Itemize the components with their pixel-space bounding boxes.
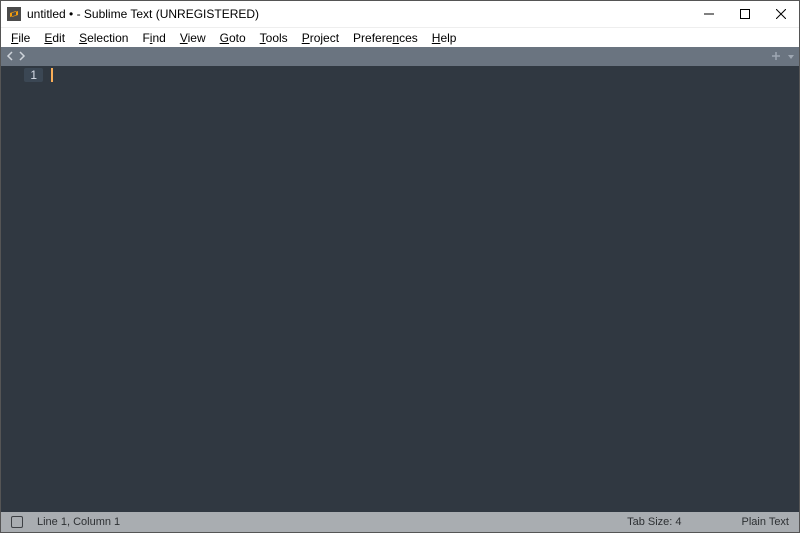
menu-find[interactable]: Find xyxy=(136,30,171,46)
menu-edit[interactable]: Edit xyxy=(38,30,71,46)
menu-selection[interactable]: Selection xyxy=(73,30,134,46)
text-cursor xyxy=(51,68,53,82)
gutter: 1 xyxy=(1,66,49,512)
menu-preferences[interactable]: Preferences xyxy=(347,30,424,46)
tab-dropdown-icon[interactable] xyxy=(787,50,795,64)
panel-switcher-icon[interactable] xyxy=(11,516,23,528)
tabbar xyxy=(1,47,799,66)
menu-project[interactable]: Project xyxy=(296,30,345,46)
close-button[interactable] xyxy=(763,1,799,27)
status-syntax[interactable]: Plain Text xyxy=(742,516,790,528)
minimize-button[interactable] xyxy=(691,1,727,27)
app-icon xyxy=(7,7,21,21)
line-number: 1 xyxy=(24,68,43,82)
menu-file[interactable]: File xyxy=(5,30,36,46)
tab-nav-forward-icon[interactable] xyxy=(17,50,27,64)
status-position[interactable]: Line 1, Column 1 xyxy=(37,516,120,528)
menubar: File Edit Selection Find View Goto Tools… xyxy=(1,27,799,47)
tab-nav-back-icon[interactable] xyxy=(5,50,15,64)
editor-area: 1 xyxy=(1,66,799,512)
statusbar: Line 1, Column 1 Tab Size: 4 Plain Text xyxy=(1,512,799,532)
maximize-button[interactable] xyxy=(727,1,763,27)
text-area[interactable] xyxy=(49,66,799,512)
window-title: untitled • - Sublime Text (UNREGISTERED) xyxy=(27,7,259,21)
new-tab-button[interactable] xyxy=(771,50,781,64)
menu-help[interactable]: Help xyxy=(426,30,463,46)
menu-goto[interactable]: Goto xyxy=(214,30,252,46)
status-tab-size[interactable]: Tab Size: 4 xyxy=(627,516,681,528)
menu-view[interactable]: View xyxy=(174,30,212,46)
window-controls xyxy=(691,1,799,27)
titlebar: untitled • - Sublime Text (UNREGISTERED) xyxy=(1,1,799,27)
menu-tools[interactable]: Tools xyxy=(254,30,294,46)
